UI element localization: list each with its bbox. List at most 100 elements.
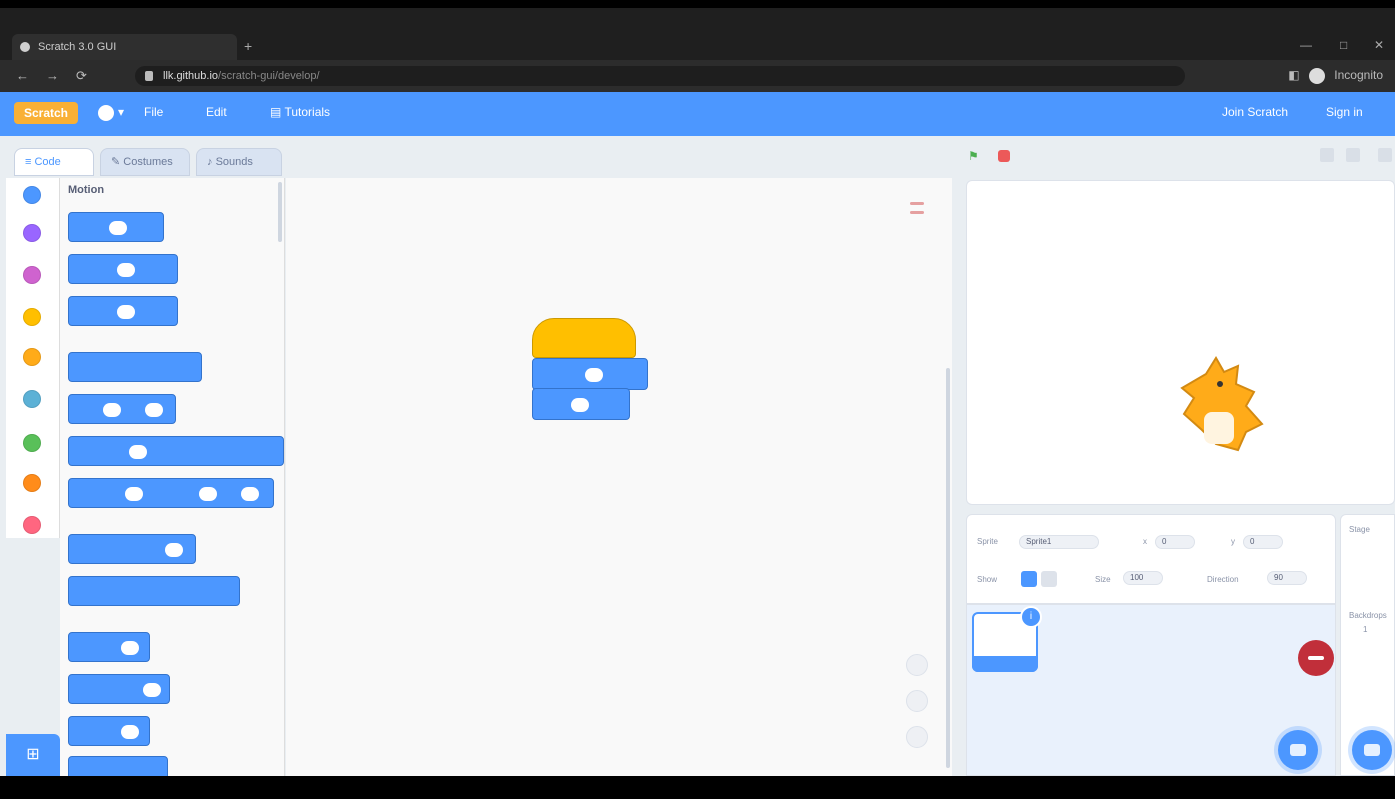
block-input[interactable] [165,543,183,557]
profile-avatar-icon[interactable] [1308,68,1325,84]
sprite-name-input[interactable]: Sprite1 [1019,535,1099,549]
block-input[interactable] [571,398,589,412]
language-menu[interactable]: ▾ [98,105,124,121]
sounds-tab-icon: ♪ [207,156,216,168]
script-block[interactable] [532,358,648,390]
direction-input[interactable]: 90 [1267,571,1307,585]
zoom-in-button[interactable] [906,654,928,676]
palette-block[interactable] [68,436,284,466]
cat-sprite[interactable] [1176,354,1268,454]
block-input[interactable] [145,403,163,417]
block-input[interactable] [117,263,135,277]
y-input[interactable]: 0 [1243,535,1283,549]
green-flag-icon[interactable]: ⚑ [968,150,980,162]
lock-icon [145,71,153,81]
zoom-reset-button[interactable] [906,726,928,748]
join-scratch-button[interactable]: Join Scratch [1222,105,1288,119]
code-area[interactable] [286,178,952,776]
forward-button[interactable]: → [46,68,59,83]
size-input[interactable]: 100 [1123,571,1163,585]
edit-menu[interactable]: Edit [206,105,227,119]
category-operators[interactable] [23,434,41,452]
zoom-out-button[interactable] [906,690,928,712]
block-input[interactable] [109,221,127,235]
palette-block[interactable] [68,756,168,776]
backdrops-label: Backdrops [1349,611,1387,620]
tutorials-button[interactable]: ▤ Tutorials [270,105,330,119]
show-visible-toggle[interactable] [1021,571,1037,587]
block-input[interactable] [117,305,135,319]
category-menu [6,178,60,538]
show-hidden-toggle[interactable] [1041,571,1057,587]
new-tab-button[interactable]: + [244,38,252,54]
block-input[interactable] [143,683,161,697]
palette-block[interactable] [68,576,240,606]
add-extension-button[interactable]: ⊞ [6,734,60,776]
large-stage-button[interactable] [1346,148,1360,162]
tab-code[interactable]: ≡ Code [14,148,94,176]
palette-block[interactable] [68,716,150,746]
globe-icon [98,105,114,121]
block-input[interactable] [121,641,139,655]
category-control[interactable] [23,348,41,366]
stage-canvas[interactable] [966,180,1395,505]
stage-label: Stage [1349,525,1370,534]
block-input[interactable] [125,487,143,501]
browser-tab[interactable]: Scratch 3.0 GUI [12,34,237,60]
screen: Scratch 3.0 GUI + — □ ✕ ← → ⟳ llk.github… [0,0,1395,799]
category-my-blocks[interactable] [23,516,41,534]
block-input[interactable] [241,487,259,501]
block-input[interactable] [585,368,603,382]
category-variables[interactable] [23,474,41,492]
palette-block[interactable] [68,478,274,508]
sprite-thumbnail-label [972,656,1038,672]
category-motion[interactable] [23,186,41,204]
palette-block[interactable] [68,394,176,424]
choose-sprite-button[interactable] [1278,730,1318,770]
palette-block[interactable] [68,632,150,662]
category-events[interactable] [23,308,41,326]
block-palette: Motion [60,178,285,776]
url-input[interactable]: llk.github.io/scratch-gui/develop/ [135,66,1185,86]
tab-sounds[interactable]: ♪ Sounds [196,148,282,176]
fullscreen-button[interactable] [1378,148,1392,162]
browser-profile-area[interactable]: ◧ Incognito [1288,68,1383,84]
palette-block[interactable] [68,296,178,326]
palette-block[interactable] [68,534,196,564]
x-input[interactable]: 0 [1155,535,1195,549]
extensions-icon[interactable]: ◧ [1288,68,1299,82]
stop-icon[interactable] [998,150,1010,162]
delete-sprite-icon[interactable] [1298,640,1334,676]
code-area-scrollbar[interactable] [946,368,950,768]
event-hat-block[interactable] [532,318,636,358]
category-looks[interactable] [23,224,41,242]
palette-block[interactable] [68,674,170,704]
back-button[interactable]: ← [16,68,29,83]
block-input[interactable] [129,445,147,459]
close-window-button[interactable]: ✕ [1374,38,1384,52]
category-sound[interactable] [23,266,41,284]
block-input[interactable] [121,725,139,739]
tab-costumes[interactable]: ✎ Costumes [100,148,190,176]
category-sensing[interactable] [23,390,41,408]
small-stage-button[interactable] [1320,148,1334,162]
block-input[interactable] [199,487,217,501]
palette-scrollbar[interactable] [278,182,282,242]
scratch-logo[interactable]: Scratch [14,102,78,124]
info-icon[interactable]: i [1020,606,1042,628]
palette-block[interactable] [68,352,202,382]
file-menu[interactable]: File [144,105,163,119]
reload-button[interactable]: ⟳ [76,68,87,84]
block-input[interactable] [103,403,121,417]
sign-in-button[interactable]: Sign in [1326,105,1363,119]
palette-block[interactable] [68,212,164,242]
maximize-button[interactable]: □ [1340,38,1347,52]
y-label: y [1231,537,1235,546]
choose-backdrop-button[interactable] [1352,730,1392,770]
minimize-button[interactable]: — [1300,38,1312,52]
browser-tabstrip: Scratch 3.0 GUI + — □ ✕ [0,8,1395,60]
palette-block[interactable] [68,254,178,284]
size-value: 100 [1130,573,1144,582]
script-block[interactable] [532,388,630,420]
show-label: Show [977,575,998,584]
